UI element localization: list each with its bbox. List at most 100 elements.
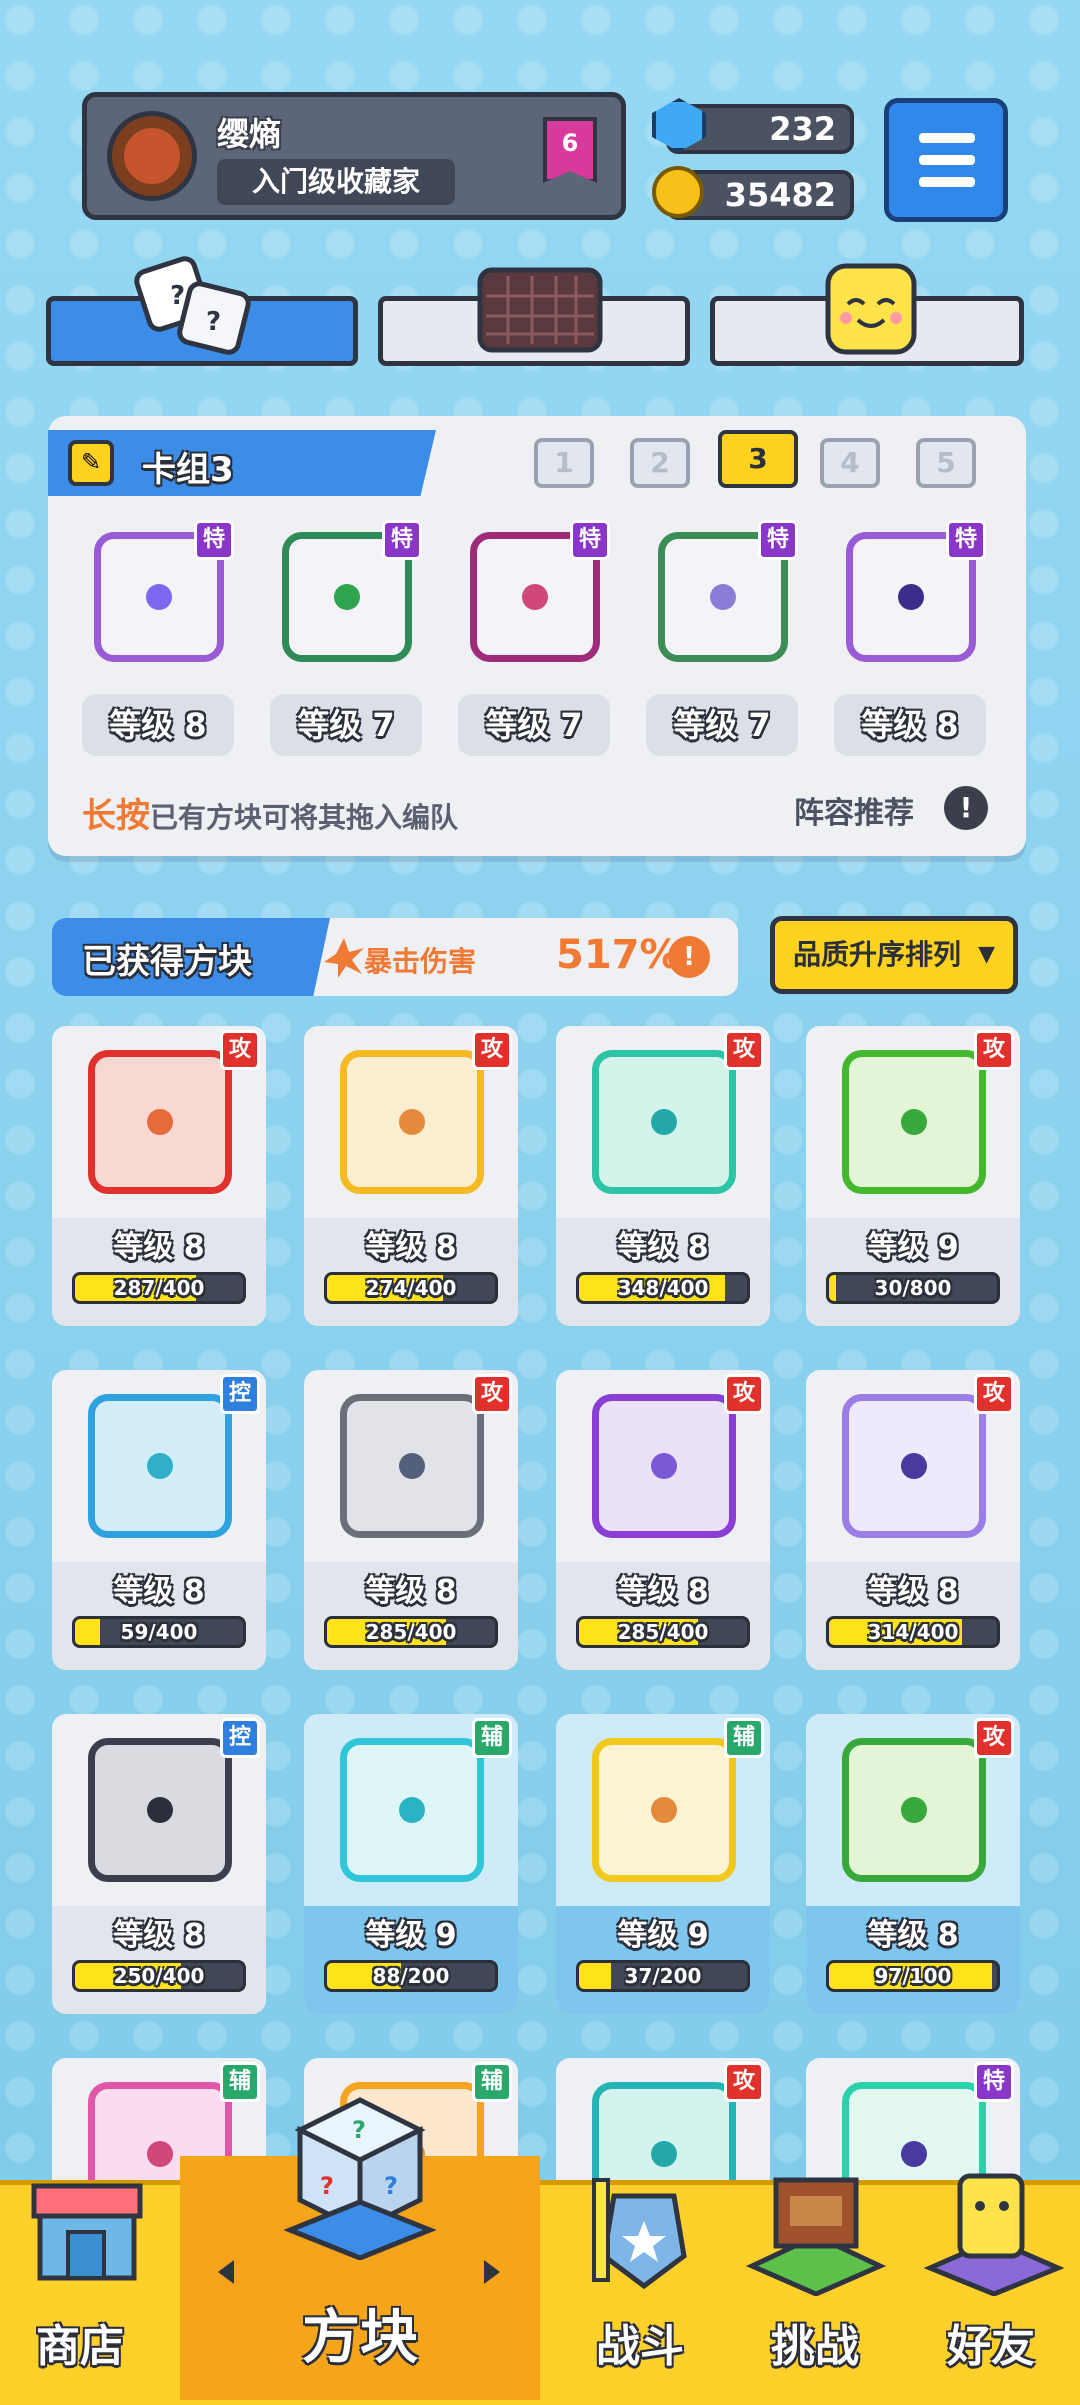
- block-level: 等级 8: [113, 1918, 205, 1953]
- type-tag: 特: [382, 520, 422, 560]
- hint-text: 已有方块可将其拖入编队: [150, 801, 459, 834]
- type-tag: 攻: [724, 1030, 764, 1070]
- deck-number-3[interactable]: 3: [718, 430, 798, 488]
- pip-icon: [147, 1797, 173, 1823]
- progress-text: 250/400: [113, 1964, 205, 1988]
- nav-shop[interactable]: 商店: [0, 2160, 180, 2400]
- player-profile-card[interactable]: 缨熵 入门级收藏家 6: [82, 92, 626, 220]
- edit-deck-button[interactable]: ✎: [68, 440, 114, 486]
- avatar-image: [124, 128, 180, 184]
- deck-card-level: 等级 7: [458, 694, 610, 756]
- pip-icon: [651, 1453, 677, 1479]
- deck-card[interactable]: 特: [650, 520, 798, 670]
- type-tag: 辅: [724, 1718, 764, 1758]
- block-level: 等级 8: [617, 1230, 709, 1265]
- deck-card[interactable]: 特: [462, 520, 610, 670]
- svg-text:?: ?: [320, 2172, 334, 2200]
- pip-icon: [147, 1109, 173, 1135]
- block-card[interactable]: 攻等级 8 348/400: [556, 1026, 770, 1326]
- lineup-recommend-label[interactable]: 阵容推荐: [794, 788, 914, 832]
- pip-icon: [399, 1453, 425, 1479]
- block-card[interactable]: 攻等级 8 287/400: [52, 1026, 266, 1326]
- type-tag: 攻: [472, 1030, 512, 1070]
- block-card[interactable]: 攻等级 8 97/100: [806, 1714, 1020, 2014]
- block-level: 等级 9: [617, 1918, 709, 1953]
- progress-text: 285/400: [365, 1620, 457, 1644]
- rank-badge-icon[interactable]: 6: [543, 117, 597, 183]
- nav-blocks[interactable]: ? ? ? 方块: [180, 2090, 540, 2400]
- type-tag: 特: [194, 520, 234, 560]
- block-card[interactable]: 攻等级 8 274/400: [304, 1026, 518, 1326]
- block-level: 等级 8: [365, 1574, 457, 1609]
- nav-battle[interactable]: 战斗: [560, 2160, 720, 2400]
- burst-icon: [324, 938, 364, 978]
- friends-icon: [924, 2173, 1064, 2296]
- block-card[interactable]: 控等级 8 59/400: [52, 1370, 266, 1670]
- progress-text: 287/400: [113, 1276, 205, 1300]
- arrow-left-icon[interactable]: [218, 2260, 234, 2284]
- menu-button[interactable]: [884, 98, 1008, 222]
- deck-card[interactable]: 特: [838, 520, 986, 670]
- deck-card-level: 等级 8: [834, 694, 986, 756]
- sort-button[interactable]: 品质升序排列 ▼: [770, 916, 1018, 994]
- shop-icon: [31, 2183, 143, 2281]
- deck-number-5[interactable]: 5: [916, 438, 976, 488]
- menu-icon: [919, 133, 975, 143]
- obtained-bar: 已获得方块 暴击伤害 517% !: [52, 918, 738, 996]
- pip-icon: [901, 1453, 927, 1479]
- block-level: 等级 8: [113, 1230, 205, 1265]
- crit-damage-value: 517%: [556, 932, 680, 978]
- nav-blocks-label: 方块: [301, 2303, 418, 2371]
- type-tag: 攻: [724, 1374, 764, 1414]
- battle-icon: [592, 2178, 687, 2290]
- type-tag: 特: [946, 520, 986, 560]
- info-icon[interactable]: !: [944, 786, 988, 830]
- nav-challenge[interactable]: 挑战: [730, 2160, 900, 2400]
- progress-bar: 287/400: [72, 1272, 246, 1304]
- block-card[interactable]: 辅等级 9 37/200: [556, 1714, 770, 2014]
- blocks-icon: ? ? ?: [283, 2097, 437, 2260]
- block-level: 等级 8: [867, 1918, 959, 1953]
- avatar[interactable]: [107, 111, 197, 201]
- type-tag: 控: [220, 1374, 260, 1414]
- progress-bar: 285/400: [576, 1616, 750, 1648]
- block-frame: [842, 1050, 986, 1194]
- block-card[interactable]: 攻等级 9 30/800: [806, 1026, 1020, 1326]
- block-card[interactable]: 控等级 8 250/400: [52, 1714, 266, 2014]
- gem-count: 232: [769, 110, 836, 148]
- player-name: 缨熵: [217, 115, 282, 153]
- dice-icon: ? ?: [134, 256, 251, 355]
- crit-damage-label: 暴击伤害: [364, 945, 477, 978]
- block-card[interactable]: 攻等级 8 314/400: [806, 1370, 1020, 1670]
- type-tag: 特: [974, 2062, 1014, 2102]
- block-level: 等级 8: [617, 1574, 709, 1609]
- pip-icon: [399, 1109, 425, 1135]
- block-level: 等级 9: [867, 1230, 959, 1265]
- pip-icon: [399, 1797, 425, 1823]
- crit-info-icon[interactable]: !: [668, 936, 710, 978]
- drag-hint: 长按已有方块可将其拖入编队: [82, 788, 458, 837]
- progress-text: 59/400: [120, 1620, 198, 1644]
- deck-number-1[interactable]: 1: [534, 438, 594, 488]
- deck-card[interactable]: 特: [274, 520, 422, 670]
- svg-text:?: ?: [384, 2172, 398, 2200]
- nav-friends[interactable]: 好友: [906, 2160, 1080, 2400]
- progress-bar: 97/100: [826, 1960, 1000, 1992]
- deck-card[interactable]: 特: [86, 520, 234, 670]
- block-level: 等级 9: [365, 1918, 457, 1953]
- deck-number-4[interactable]: 4: [820, 438, 880, 488]
- deck-card-level: 等级 8: [82, 694, 234, 756]
- progress-text: 97/100: [874, 1964, 952, 1988]
- deck-number-2[interactable]: 2: [630, 438, 690, 488]
- block-frame: [88, 1738, 232, 1882]
- block-card[interactable]: 攻等级 8 285/400: [556, 1370, 770, 1670]
- block-card[interactable]: 攻等级 8 285/400: [304, 1370, 518, 1670]
- nav-friends-label: 好友: [947, 2321, 1035, 2372]
- block-card[interactable]: 辅等级 9 88/200: [304, 1714, 518, 2014]
- pip-icon: [522, 584, 548, 610]
- nav-shop-label: 商店: [36, 2321, 124, 2372]
- gold-count: 35482: [724, 176, 836, 214]
- pip-icon: [898, 584, 924, 610]
- arrow-right-icon[interactable]: [484, 2260, 500, 2284]
- type-tag: 攻: [220, 1030, 260, 1070]
